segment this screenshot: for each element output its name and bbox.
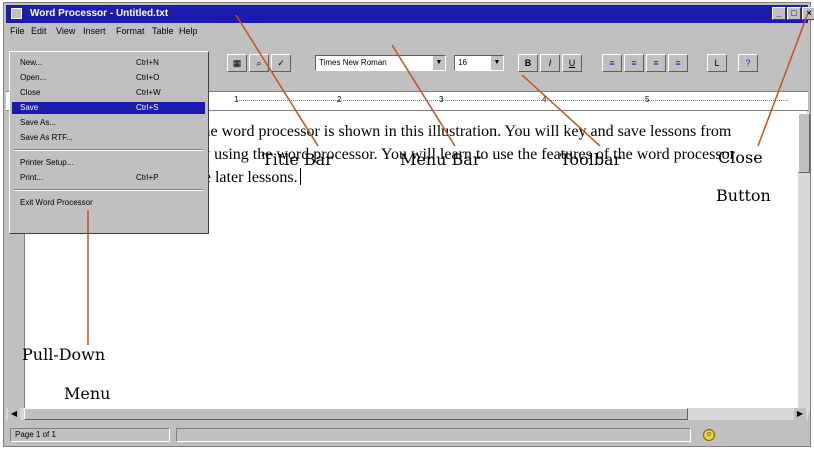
toolbar-callout: Toolbar bbox=[560, 150, 622, 169]
close-button-callout-line1: Close bbox=[718, 148, 763, 167]
close-button-callout-line2: Button bbox=[716, 186, 771, 205]
menu-bar-callout: Menu Bar bbox=[400, 150, 481, 169]
pulldown-callout-line1: Pull-Down bbox=[22, 345, 106, 364]
toolbar-callout-line bbox=[521, 74, 601, 147]
pulldown-callout-line2: Menu bbox=[64, 384, 111, 403]
close-button-callout-line bbox=[757, 12, 809, 147]
menu-bar-callout-line bbox=[391, 44, 456, 147]
callout-lines bbox=[87, 12, 809, 345]
title-bar-callout-line bbox=[235, 14, 319, 147]
title-bar-callout: Title Bar bbox=[262, 150, 333, 169]
